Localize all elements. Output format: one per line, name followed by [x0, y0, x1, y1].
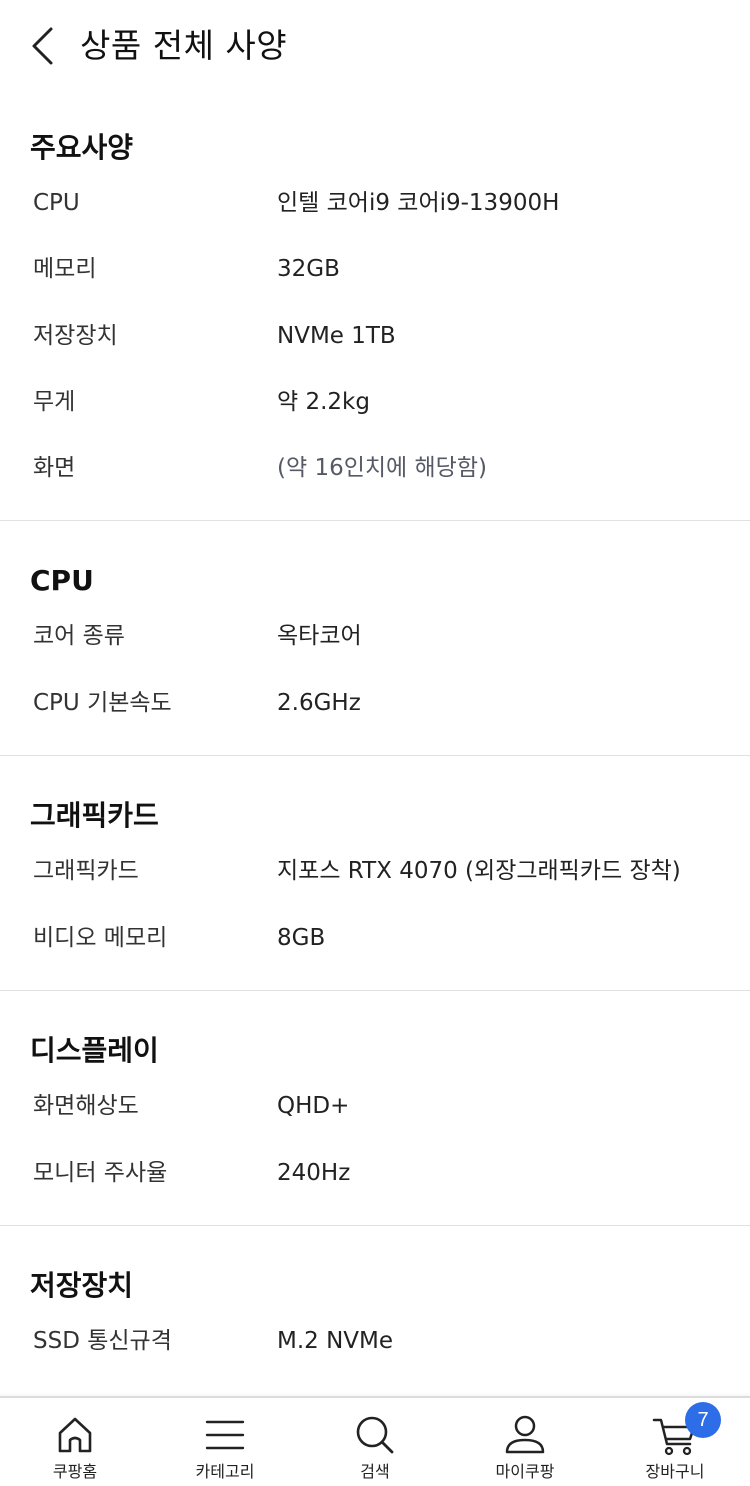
spec-value: 약 2.2kg [277, 389, 370, 415]
section-title: 주요사양 [30, 131, 134, 164]
nav-search[interactable]: 검색 [300, 1398, 450, 1486]
spec-label: 무게 [33, 389, 76, 415]
nav-label: 쿠팡홈 [52, 1462, 98, 1481]
menu-icon [205, 1420, 245, 1450]
nav-label: 검색 [360, 1462, 390, 1481]
spec-page: 상품 전체 사양 주요사양 CPU 인텔 코어i9 코어i9-13900H 메모… [0, 0, 750, 1486]
spec-label: CPU 기본속도 [33, 690, 172, 716]
spec-label: 모니터 주사율 [33, 1160, 168, 1186]
section-graphics: 그래픽카드 그래픽카드 지포스 RTX 4070 (외장그래픽카드 장착) 비디… [0, 756, 750, 991]
nav-label: 마이쿠팡 [495, 1462, 555, 1481]
back-button[interactable] [22, 24, 62, 68]
header: 상품 전체 사양 [0, 0, 750, 92]
spec-value: NVMe 1TB [277, 323, 396, 349]
spec-row: 모니터 주사율 240Hz [0, 1155, 750, 1195]
section-title: 디스플레이 [30, 1034, 159, 1067]
section-title: 저장장치 [30, 1269, 134, 1302]
nav-cart[interactable]: 7 장바구니 [600, 1398, 750, 1486]
nav-mycoupang[interactable]: 마이쿠팡 [450, 1398, 600, 1486]
spec-row: 무게 약 2.2kg [0, 384, 750, 424]
user-icon [505, 1415, 545, 1454]
spec-label: 화면해상도 [33, 1093, 139, 1119]
spec-label: 그래픽카드 [33, 858, 139, 884]
spec-row: 코어 종류 옥타코어 [0, 618, 750, 658]
spec-row: 메모리 32GB [0, 251, 750, 291]
spec-label: 화면 [33, 455, 76, 481]
nav-label: 카테고리 [195, 1462, 255, 1481]
spec-row: CPU 인텔 코어i9 코어i9-13900H [0, 185, 750, 225]
nav-category[interactable]: 카테고리 [150, 1398, 300, 1486]
spec-value: 옥타코어 [277, 623, 362, 649]
spec-label: 코어 종류 [33, 623, 125, 649]
page-title: 상품 전체 사양 [80, 26, 288, 65]
section-cpu: CPU 코어 종류 옥타코어 CPU 기본속도 2.6GHz [0, 521, 750, 756]
section-display: 디스플레이 화면해상도 QHD+ 모니터 주사율 240Hz [0, 991, 750, 1226]
spec-row: 비디오 메모리 8GB [0, 920, 750, 960]
spec-label: SSD 통신규격 [33, 1328, 172, 1354]
spec-value: M.2 NVMe [277, 1328, 394, 1354]
spec-row: 화면 (약 16인치에 해당함) [0, 450, 750, 490]
spec-label: 비디오 메모리 [33, 925, 168, 951]
section-title: 그래픽카드 [30, 799, 159, 832]
spec-row: SSD 통신규격 M.2 NVMe [0, 1323, 750, 1363]
spec-label: 메모리 [33, 256, 97, 282]
spec-value: 2.6GHz [277, 690, 361, 716]
section-title: CPU [30, 564, 94, 597]
section-main-specs: 주요사양 CPU 인텔 코어i9 코어i9-13900H 메모리 32GB 저장… [0, 92, 750, 521]
cart-count-badge: 7 [685, 1402, 721, 1438]
spec-content: 주요사양 CPU 인텔 코어i9 코어i9-13900H 메모리 32GB 저장… [0, 92, 750, 1406]
spec-value: (약 16인치에 해당함) [277, 455, 487, 481]
spec-value: 인텔 코어i9 코어i9-13900H [277, 190, 560, 216]
spec-row: CPU 기본속도 2.6GHz [0, 685, 750, 725]
spec-label: 저장장치 [33, 323, 118, 349]
spec-row: 저장장치 NVMe 1TB [0, 318, 750, 358]
nav-label: 장바구니 [645, 1462, 705, 1481]
spec-value: 32GB [277, 256, 340, 282]
nav-home[interactable]: 쿠팡홈 [0, 1398, 150, 1486]
spec-value: 240Hz [277, 1160, 351, 1186]
spec-row: 그래픽카드 지포스 RTX 4070 (외장그래픽카드 장착) [0, 853, 750, 893]
bottom-nav: 쿠팡홈 카테고리 검색 마이쿠팡 7 장바구니 [0, 1396, 750, 1486]
spec-value: 8GB [277, 925, 326, 951]
chevron-left-icon [32, 27, 53, 65]
spec-value: 지포스 RTX 4070 (외장그래픽카드 장착) [277, 858, 681, 884]
spec-value: QHD+ [277, 1093, 350, 1119]
section-storage: 저장장치 SSD 통신규격 M.2 NVMe [0, 1226, 750, 1406]
home-icon [58, 1417, 92, 1453]
search-icon [356, 1416, 394, 1454]
spec-row: 화면해상도 QHD+ [0, 1088, 750, 1128]
spec-label: CPU [33, 190, 80, 216]
